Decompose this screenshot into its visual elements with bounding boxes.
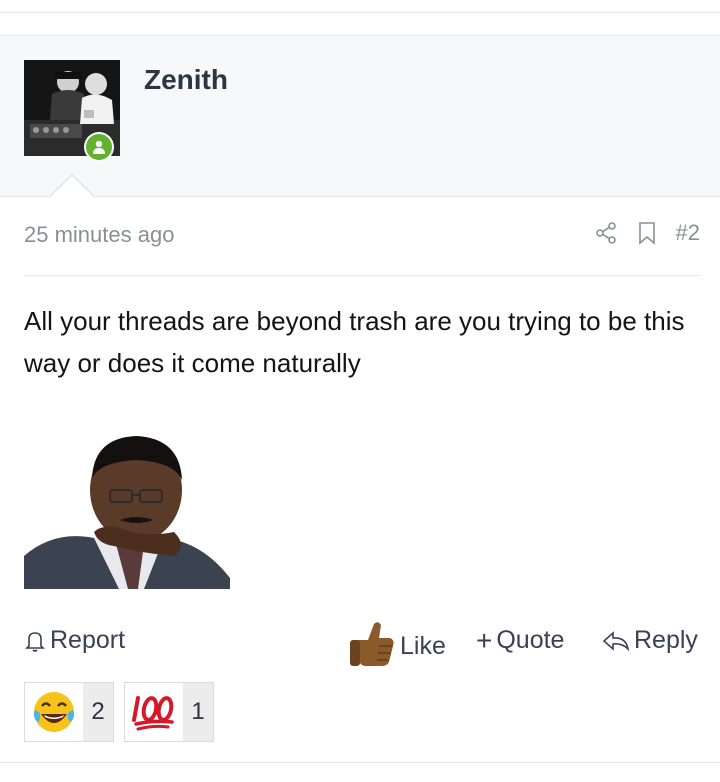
bookmark-icon[interactable] bbox=[636, 221, 658, 245]
thumbs-up-icon bbox=[350, 622, 394, 666]
reply-arrow-icon bbox=[602, 630, 630, 651]
post-meta: 25 minutes ago #2 bbox=[24, 218, 700, 252]
reactions-bar: 2 1 bbox=[24, 682, 214, 742]
meta-divider bbox=[24, 275, 700, 276]
hundred-points-emoji-icon bbox=[132, 696, 174, 731]
post-timestamp[interactable]: 25 minutes ago bbox=[24, 222, 174, 248]
top-strip bbox=[0, 0, 720, 13]
header-caret bbox=[50, 176, 94, 197]
online-status-indicator bbox=[84, 132, 114, 162]
like-button[interactable]: Like bbox=[348, 618, 446, 668]
post-actions: Report Like + Quote Reply bbox=[24, 618, 700, 668]
reaction-count: 2 bbox=[91, 698, 105, 725]
reaction-count: 1 bbox=[191, 698, 205, 725]
quote-label: Quote bbox=[496, 626, 565, 654]
bottom-divider bbox=[0, 762, 720, 763]
reaction-hundred[interactable]: 1 bbox=[124, 682, 214, 742]
username[interactable]: Zenith bbox=[144, 64, 228, 96]
user-icon bbox=[93, 140, 105, 154]
post-user-header: Zenith bbox=[0, 35, 720, 197]
reply-button[interactable]: Reply bbox=[602, 626, 698, 655]
report-label: Report bbox=[50, 626, 126, 654]
reaction-laughing[interactable]: 2 bbox=[24, 682, 114, 742]
bell-icon bbox=[25, 631, 45, 652]
post-message: All your threads are beyond trash are yo… bbox=[24, 306, 685, 378]
report-button[interactable]: Report bbox=[24, 626, 125, 655]
post-image[interactable] bbox=[24, 428, 230, 589]
reply-label: Reply bbox=[634, 626, 698, 654]
post-number[interactable]: #2 bbox=[676, 220, 700, 246]
plus-icon: + bbox=[476, 624, 493, 656]
laughing-crying-emoji-icon bbox=[34, 692, 74, 732]
quote-button[interactable]: + Quote bbox=[476, 626, 564, 655]
share-icon[interactable] bbox=[594, 221, 618, 245]
like-label: Like bbox=[400, 631, 446, 660]
